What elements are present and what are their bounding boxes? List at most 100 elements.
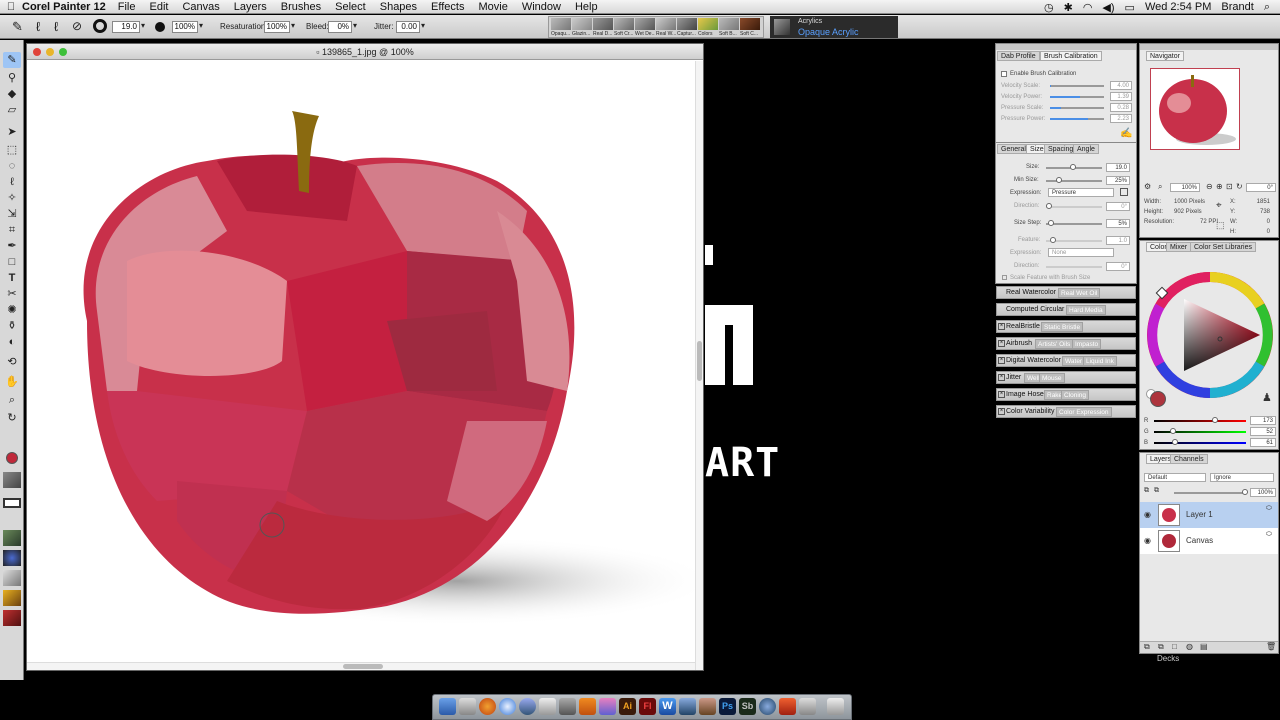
weave-selector[interactable] [3,610,21,626]
tab-channels[interactable]: Channels [1170,454,1208,464]
close-palette-icon[interactable]: × [998,323,1005,330]
direction-knob[interactable] [1046,203,1052,209]
magic-wand-icon[interactable]: ✧ [3,190,21,206]
look-selector[interactable] [3,590,21,606]
layer-adjuster-icon[interactable]: ➤ [3,124,21,140]
nav-zoom-icon[interactable]: ⌕ [1158,182,1162,192]
preserve-transparency-icon[interactable]: ⧉ [1154,487,1159,495]
bleed-field[interactable]: 0% [328,21,352,33]
size-step-knob[interactable] [1048,220,1054,226]
feature-knob[interactable] [1050,237,1056,243]
menu-select[interactable]: Select [335,1,366,13]
layer-row-layer-1[interactable]: ◉ Layer 1 ⬭ [1140,502,1278,528]
app-icon-19[interactable] [799,698,816,715]
vertical-scroll-thumb[interactable] [697,341,702,381]
velocity-scale-field[interactable]: 4.00 [1110,81,1132,90]
preset-colors[interactable]: Colors [698,18,718,38]
dropper-tool-icon[interactable]: ⚲ [3,70,21,86]
direction-field[interactable]: 0° [1106,202,1130,211]
photoshop-icon[interactable]: Ps [719,698,736,715]
canvas-area[interactable] [27,61,703,670]
opacity-dropdown-icon[interactable]: ▾ [199,21,203,30]
palette-color-variability[interactable]: × Color Variability Color Expression [996,405,1136,418]
crop-icon[interactable]: ⌗ [3,222,21,238]
preset-soft-c[interactable]: Soft C... [740,18,760,38]
rectangle-shape-icon[interactable]: □ [3,254,21,270]
dodge-icon[interactable]: ◐ [3,334,21,350]
main-color-swatch[interactable] [6,452,18,464]
g-knob[interactable] [1170,428,1176,434]
close-palette-icon[interactable]: × [998,357,1005,364]
nozzle-selector[interactable] [3,550,21,566]
composite-method-select[interactable]: Default [1144,473,1206,482]
b-field[interactable]: 61 [1250,438,1276,447]
itunes-icon[interactable] [519,698,536,715]
b-knob[interactable] [1172,439,1178,445]
vertical-scrollbar[interactable] [695,61,703,670]
preset-wet-de[interactable]: Wet De... [635,18,655,38]
horizontal-scrollbar[interactable] [27,662,695,670]
text-tool-icon[interactable]: T [3,270,21,286]
panel-grip[interactable] [996,44,1136,50]
eraser-icon[interactable]: ▱ [3,102,21,118]
tab-angle[interactable]: Angle [1073,144,1099,154]
illustrator-icon[interactable]: Ai [619,698,636,715]
jitter-field[interactable]: 0.00 [396,21,420,33]
dynamic-plugins-icon[interactable]: ⧉ [1158,642,1164,652]
lasso-icon[interactable]: ℓ [3,174,21,190]
itunes-alt-icon[interactable] [599,698,616,715]
pressure-scale-field[interactable]: 0.28 [1110,103,1132,112]
rotate-page-icon[interactable]: ↻ [3,410,21,426]
soundbooth-icon[interactable]: Sb [739,698,756,715]
palette-digital-watercolor[interactable]: × Digital Watercolor Water Liquid Ink [996,354,1136,367]
vlc-icon[interactable] [579,698,596,715]
preset-real-w[interactable]: Real W... [656,18,676,38]
direction2-field[interactable]: 0° [1106,262,1130,271]
apple-menu-icon[interactable]:  [0,1,22,13]
menu-window[interactable]: Window [522,1,561,13]
close-window-icon[interactable] [33,48,41,56]
color-wheel[interactable] [1144,269,1276,401]
preview-icon[interactable] [559,698,576,715]
magnifier-icon[interactable]: ⌕ [3,392,21,408]
minimize-window-icon[interactable] [46,48,54,56]
min-size-field[interactable]: 25% [1106,176,1130,185]
size-value-field[interactable]: 19.0 [1106,163,1130,172]
brush-style-icon[interactable]: ℓ [36,19,40,34]
tab-general[interactable]: General [997,144,1030,154]
pressure-power-field[interactable]: 2.23 [1110,114,1132,123]
zoom-in-icon[interactable]: ⊕ [1216,182,1223,191]
painter-icon[interactable] [699,698,716,715]
r-field[interactable]: 173 [1250,416,1276,425]
preset-soft-cr[interactable]: Soft Cr... [614,18,634,38]
nav-settings-icon[interactable]: ⚙ [1144,182,1151,191]
menu-edit[interactable]: Edit [150,1,169,13]
size-step-slider[interactable] [1046,223,1102,225]
palette-airbrush[interactable]: × Airbrush Artists' Oils Impasto [996,337,1136,350]
close-palette-icon[interactable]: × [998,408,1005,415]
size-knob[interactable] [1070,164,1076,170]
palette-real-watercolor[interactable]: Real Watercolor Real Wet Oil [996,286,1136,299]
direction-slider[interactable] [1046,206,1102,208]
brush-style-2-icon[interactable]: ℓ [54,19,58,34]
mask-icon[interactable]: ◍ [1186,642,1193,651]
app-icon-13[interactable] [679,698,696,715]
expression-invert-icon[interactable] [1120,188,1128,196]
word-icon[interactable]: W [659,698,676,715]
menu-canvas[interactable]: Canvas [182,1,219,13]
flash-icon[interactable]: Fl [639,698,656,715]
jitter-dropdown-icon[interactable]: ▾ [421,21,425,30]
pen-icon[interactable]: ✒ [3,238,21,254]
close-palette-icon[interactable]: × [998,340,1005,347]
zoom-window-icon[interactable] [59,48,67,56]
rotate-icon[interactable]: ↻ [1236,182,1243,191]
document-title-bar[interactable]: ▫ 139865_1.jpg @ 100% [27,44,703,60]
layer-opacity-slider[interactable] [1174,492,1246,494]
direction2-slider[interactable] [1046,266,1102,268]
palette-jitter[interactable]: × Jitter Well Mouse [996,371,1136,384]
oval-select-icon[interactable]: ◌ [3,158,21,174]
navigator-title[interactable]: Navigator [1146,51,1184,61]
preset-opaque[interactable]: Opaqu... [551,18,571,38]
pattern-selector[interactable] [3,530,21,546]
launchpad-icon[interactable] [459,698,476,715]
